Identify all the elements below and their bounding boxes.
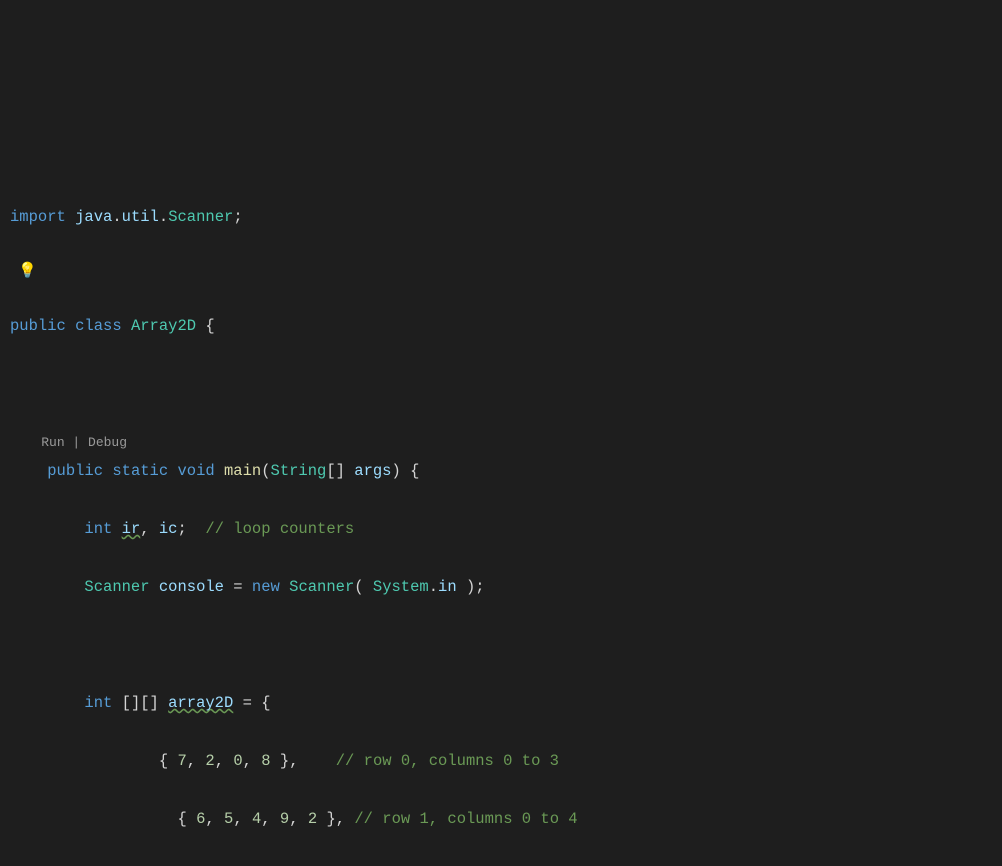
class-array2d: Array2D (131, 317, 196, 335)
keyword-import: import (10, 208, 66, 226)
code-line[interactable]: public static void main(String[] args) { (0, 457, 1002, 486)
codelens-debug[interactable]: Debug (88, 435, 127, 450)
blank-line[interactable] (0, 631, 1002, 660)
code-line[interactable]: { 6, 5, 4, 9, 2 }, // row 1, columns 0 t… (0, 805, 1002, 834)
var-console: console (159, 578, 224, 596)
keyword-class: class (75, 317, 122, 335)
class-scanner: Scanner (168, 208, 233, 226)
code-line[interactable]: Scanner console = new Scanner( System.in… (0, 573, 1002, 602)
method-main: main (224, 462, 261, 480)
code-line[interactable]: public class Array2D { (0, 312, 1002, 341)
code-line[interactable]: int ir, ic; // loop counters (0, 515, 1002, 544)
comment: // loop counters (205, 520, 354, 538)
var-array2d: array2D (168, 694, 233, 712)
codelens: Run | Debug (0, 435, 127, 450)
code-line[interactable]: { 1, 2, 3 } }; // row 2, columns 0 to 2 (0, 863, 1002, 866)
var-ir: ir (122, 520, 141, 538)
pkg-util: util (122, 208, 159, 226)
gutter-bulb-line: 💡 (0, 261, 1002, 283)
blank-line[interactable] (0, 370, 1002, 399)
var-ic: ic (159, 520, 178, 538)
codelens-run[interactable]: Run (41, 435, 64, 450)
pkg-java: java (75, 208, 112, 226)
keyword-public: public (10, 317, 66, 335)
code-editor[interactable]: import java.util.Scanner; 💡 public class… (0, 145, 1002, 866)
code-line[interactable]: int [][] array2D = { (0, 689, 1002, 718)
lightbulb-icon[interactable]: 💡 (10, 261, 37, 283)
comment: // row 1, columns 0 to 4 (354, 810, 577, 828)
code-line[interactable]: import java.util.Scanner; (0, 203, 1002, 232)
code-line[interactable]: { 7, 2, 0, 8 }, // row 0, columns 0 to 3 (0, 747, 1002, 776)
comment: // row 0, columns 0 to 3 (336, 752, 559, 770)
